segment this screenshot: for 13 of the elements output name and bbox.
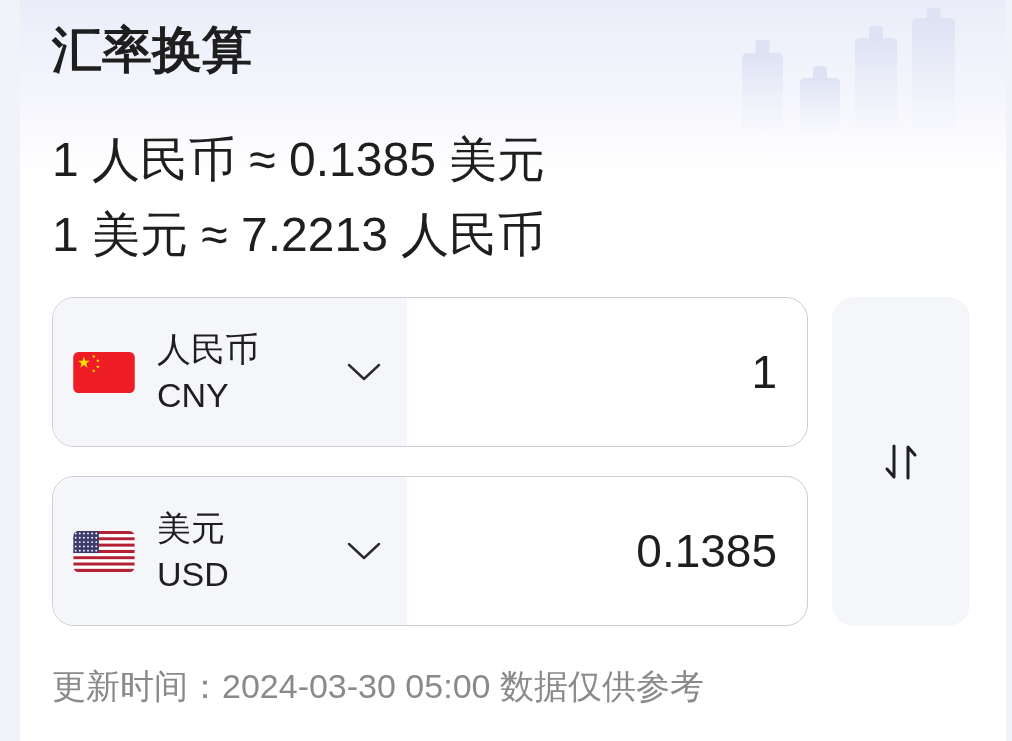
update-time-text: 更新时间：2024-03-30 05:00 数据仅供参考 <box>52 666 704 706</box>
chevron-down-icon <box>347 363 381 381</box>
exchange-rate-text: 1 人民币 ≈ 0.1385 美元 <box>52 132 546 188</box>
exchange-rate-text: 1 美元 ≈ 7.2213 人民币 <box>52 207 546 263</box>
swap-button[interactable] <box>832 297 970 626</box>
page-title: 汇率换算 <box>52 21 252 80</box>
amount-input[interactable]: 0.1385 <box>407 477 807 625</box>
chevron-down-icon <box>347 542 381 560</box>
currency-select[interactable]: 美元 USD <box>53 477 407 625</box>
china-flag-icon <box>73 351 135 393</box>
currency-select[interactable]: 人民币 CNY <box>53 298 407 446</box>
usa-flag-icon <box>73 530 135 572</box>
amount-input[interactable]: 1 <box>407 298 807 446</box>
